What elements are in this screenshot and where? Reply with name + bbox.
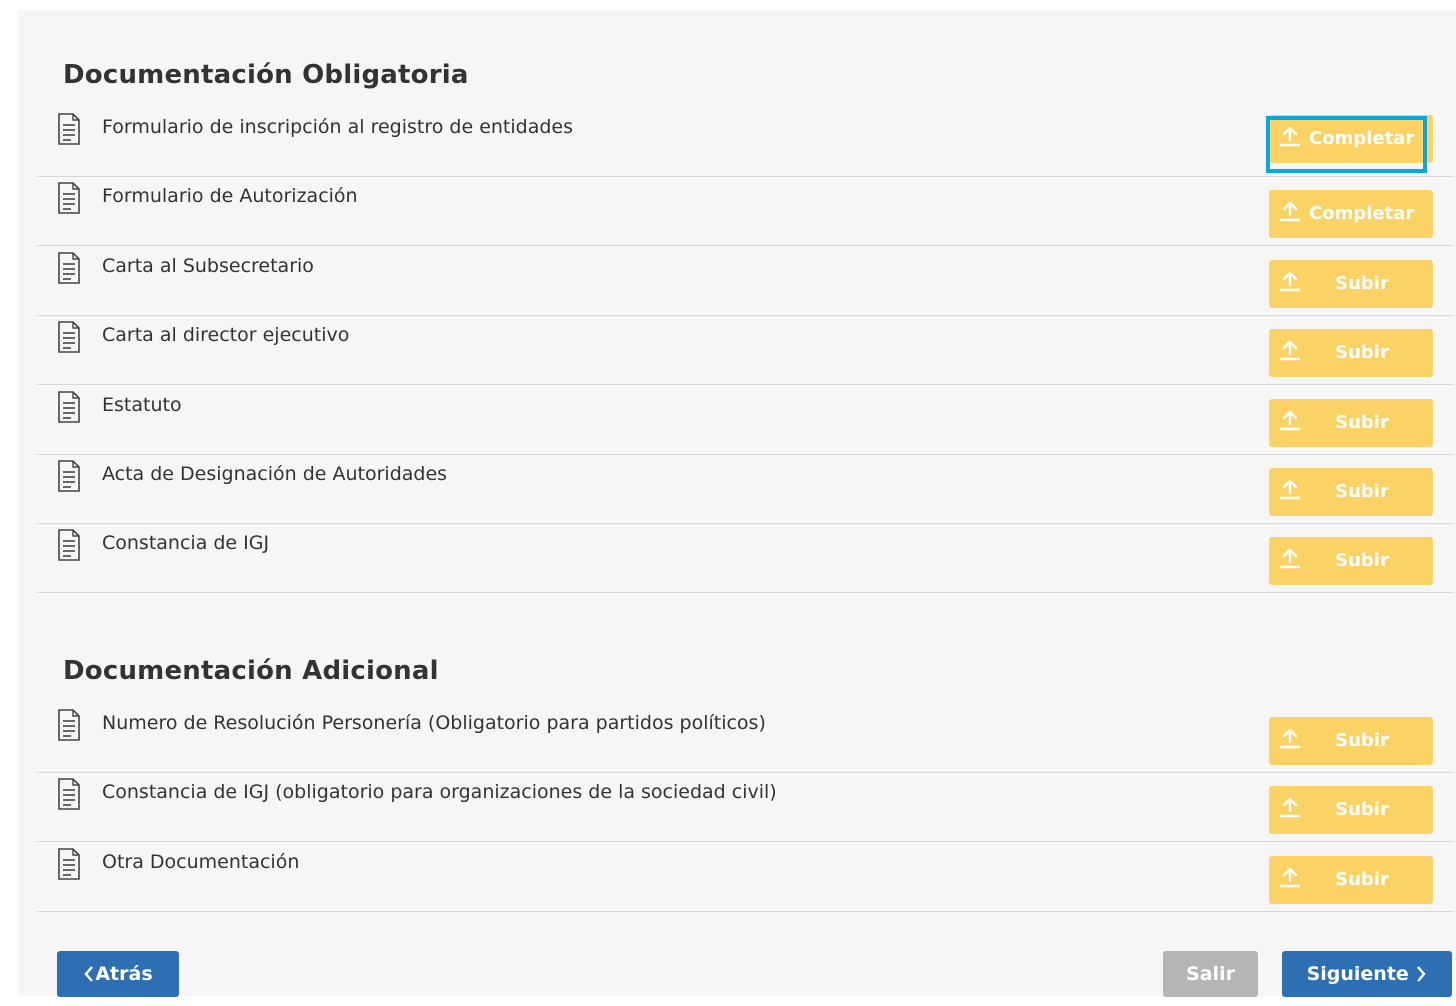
back-button[interactable]: Atrás [57, 951, 179, 997]
button-label: Subir [1335, 412, 1389, 433]
document-row: Numero de Resolución Personería (Obligat… [37, 703, 1453, 773]
upload-button[interactable]: Subir [1269, 468, 1433, 516]
upload-button[interactable]: Subir [1269, 786, 1433, 834]
button-label: Subir [1335, 481, 1389, 502]
upload-button[interactable]: Subir [1269, 856, 1433, 904]
document-row: Carta al Subsecretario Subir [37, 246, 1453, 316]
upload-icon [1279, 867, 1301, 888]
exit-label: Salir [1186, 963, 1235, 985]
document-icon [58, 182, 80, 214]
document-label: Carta al director ejecutivo [102, 324, 350, 346]
document-row: Constancia de IGJ (obligatorio para orga… [37, 772, 1453, 842]
document-label: Otra Documentación [102, 851, 300, 873]
button-label: Completar [1309, 203, 1415, 224]
next-button[interactable]: Siguiente [1282, 951, 1452, 997]
section-title-obligatoria: Documentación Obligatoria [63, 60, 469, 90]
document-icon [58, 321, 80, 353]
chevron-left-icon [84, 966, 94, 982]
document-icon [58, 460, 80, 492]
upload-icon [1279, 728, 1301, 749]
button-label: Subir [1335, 730, 1389, 751]
document-label: Estatuto [102, 394, 182, 416]
complete-button[interactable]: Completar [1269, 115, 1433, 163]
document-icon [58, 529, 80, 561]
complete-button[interactable]: Completar [1269, 190, 1433, 238]
upload-button[interactable]: Subir [1269, 717, 1433, 765]
upload-icon [1279, 410, 1301, 431]
document-row: Formulario de inscripción al registro de… [37, 107, 1453, 177]
document-row: Carta al director ejecutivo Subir [37, 315, 1453, 385]
document-icon [58, 709, 80, 741]
button-label: Subir [1335, 869, 1389, 890]
upload-button[interactable]: Subir [1269, 329, 1433, 377]
next-label: Siguiente [1306, 963, 1409, 985]
back-label: Atrás [95, 963, 153, 985]
document-row: Otra Documentación Subir [37, 842, 1453, 912]
document-icon [58, 778, 80, 810]
section-title-adicional: Documentación Adicional [63, 656, 439, 686]
upload-button[interactable]: Subir [1269, 537, 1433, 585]
document-row: Formulario de Autorización Completar [37, 176, 1453, 246]
document-icon [58, 113, 80, 145]
upload-icon [1279, 201, 1301, 222]
upload-icon [1279, 548, 1301, 569]
button-label: Subir [1335, 550, 1389, 571]
button-label: Subir [1335, 799, 1389, 820]
chevron-right-icon [1417, 966, 1427, 982]
document-icon [58, 848, 80, 880]
document-label: Numero de Resolución Personería (Obligat… [102, 712, 766, 734]
button-label: Subir [1335, 342, 1389, 363]
upload-icon [1279, 479, 1301, 500]
exit-button[interactable]: Salir [1163, 951, 1258, 997]
document-icon [58, 391, 80, 423]
document-label: Carta al Subsecretario [102, 255, 314, 277]
upload-icon [1279, 797, 1301, 818]
upload-icon [1279, 126, 1301, 147]
document-label: Acta de Designación de Autoridades [102, 463, 448, 485]
button-label: Subir [1335, 273, 1389, 294]
document-row: Estatuto Subir [37, 385, 1453, 455]
document-row: Constancia de IGJ Subir [37, 523, 1453, 593]
document-label: Constancia de IGJ [102, 532, 270, 554]
document-icon [58, 252, 80, 284]
document-label: Formulario de Autorización [102, 185, 358, 207]
upload-icon [1279, 271, 1301, 292]
document-label: Constancia de IGJ (obligatorio para orga… [102, 781, 777, 803]
button-label: Completar [1309, 128, 1415, 149]
document-label: Formulario de inscripción al registro de… [102, 116, 574, 138]
upload-button[interactable]: Subir [1269, 399, 1433, 447]
upload-button[interactable]: Subir [1269, 260, 1433, 308]
upload-icon [1279, 340, 1301, 361]
document-row: Acta de Designación de Autoridades Subir [37, 454, 1453, 524]
